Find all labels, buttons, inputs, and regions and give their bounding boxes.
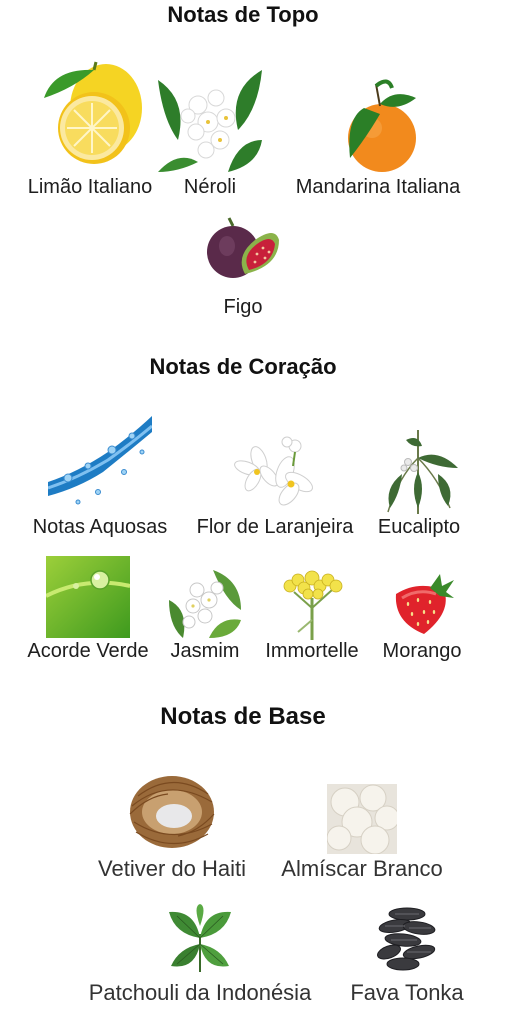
jasmine-icon bbox=[169, 570, 241, 638]
neroli-flower-icon bbox=[158, 70, 262, 172]
water-splash-icon bbox=[48, 412, 152, 512]
note-eucalipto: Eucalipto bbox=[370, 412, 468, 546]
note-label: Vetiver do Haiti bbox=[98, 856, 246, 881]
note-almiscar-branco: Almíscar Branco bbox=[264, 766, 460, 890]
patchouli-leaf-icon bbox=[165, 904, 235, 972]
section-title-base: Notas de Base bbox=[160, 703, 326, 730]
note-notas-aquosas: Notas Aquosas bbox=[18, 412, 182, 546]
note-fava-tonka: Fava Tonka bbox=[338, 904, 476, 1016]
note-acorde-verde: Acorde Verde bbox=[16, 556, 160, 674]
strawberry-icon bbox=[388, 572, 456, 638]
note-label: Néroli bbox=[183, 176, 237, 198]
white-musk-cotton-icon bbox=[327, 784, 397, 854]
section-title-coracao: Notas de Coração bbox=[149, 354, 337, 379]
note-jasmim: Jasmim bbox=[162, 556, 248, 674]
note-vetiver-do-haiti: Vetiver do Haiti bbox=[80, 766, 264, 890]
immortelle-flower-icon bbox=[274, 568, 350, 640]
note-label: Immortelle bbox=[265, 640, 359, 662]
note-limao-italiano: Limão Italiano bbox=[20, 58, 160, 206]
fig-icon bbox=[205, 216, 281, 288]
note-neroli: Néroli bbox=[158, 58, 262, 206]
section-title-topo: Notas de Topo bbox=[167, 2, 319, 27]
note-immortelle: Immortelle bbox=[252, 556, 372, 674]
green-leaf-dew-icon bbox=[46, 556, 130, 638]
note-figo: Figo bbox=[190, 216, 296, 326]
note-label: Eucalipto bbox=[377, 516, 461, 538]
note-morango: Morango bbox=[372, 556, 472, 674]
orange-blossom-icon bbox=[233, 432, 317, 508]
fragrance-notes-page: Notas de Topo Limão Italiano Néroli Mand… bbox=[0, 0, 496, 1024]
note-patchouli-da-indonesia: Patchouli da Indonésia bbox=[66, 904, 334, 1016]
note-label: Flor de Laranjeira bbox=[196, 516, 354, 538]
note-mandarina-italiana: Mandarina Italiana bbox=[280, 58, 476, 206]
note-label: Acorde Verde bbox=[27, 640, 149, 662]
note-label: Figo bbox=[223, 296, 263, 318]
note-label: Limão Italiano bbox=[27, 176, 153, 198]
mandarin-icon bbox=[336, 78, 420, 174]
note-label: Mandarina Italiana bbox=[295, 176, 461, 198]
note-label: Jasmim bbox=[170, 640, 240, 662]
eucalyptus-icon bbox=[378, 428, 460, 514]
note-label: Morango bbox=[382, 640, 462, 662]
vetiver-roots-icon bbox=[128, 766, 216, 852]
note-label: Almíscar Branco bbox=[281, 856, 443, 881]
tonka-bean-icon bbox=[373, 904, 441, 972]
lemon-icon bbox=[34, 58, 146, 168]
note-label: Notas Aquosas bbox=[32, 516, 168, 538]
page-edge bbox=[496, 0, 514, 1024]
note-flor-de-laranjeira: Flor de Laranjeira bbox=[186, 412, 364, 546]
note-label: Fava Tonka bbox=[350, 980, 464, 1005]
note-label: Patchouli da Indonésia bbox=[88, 980, 312, 1005]
